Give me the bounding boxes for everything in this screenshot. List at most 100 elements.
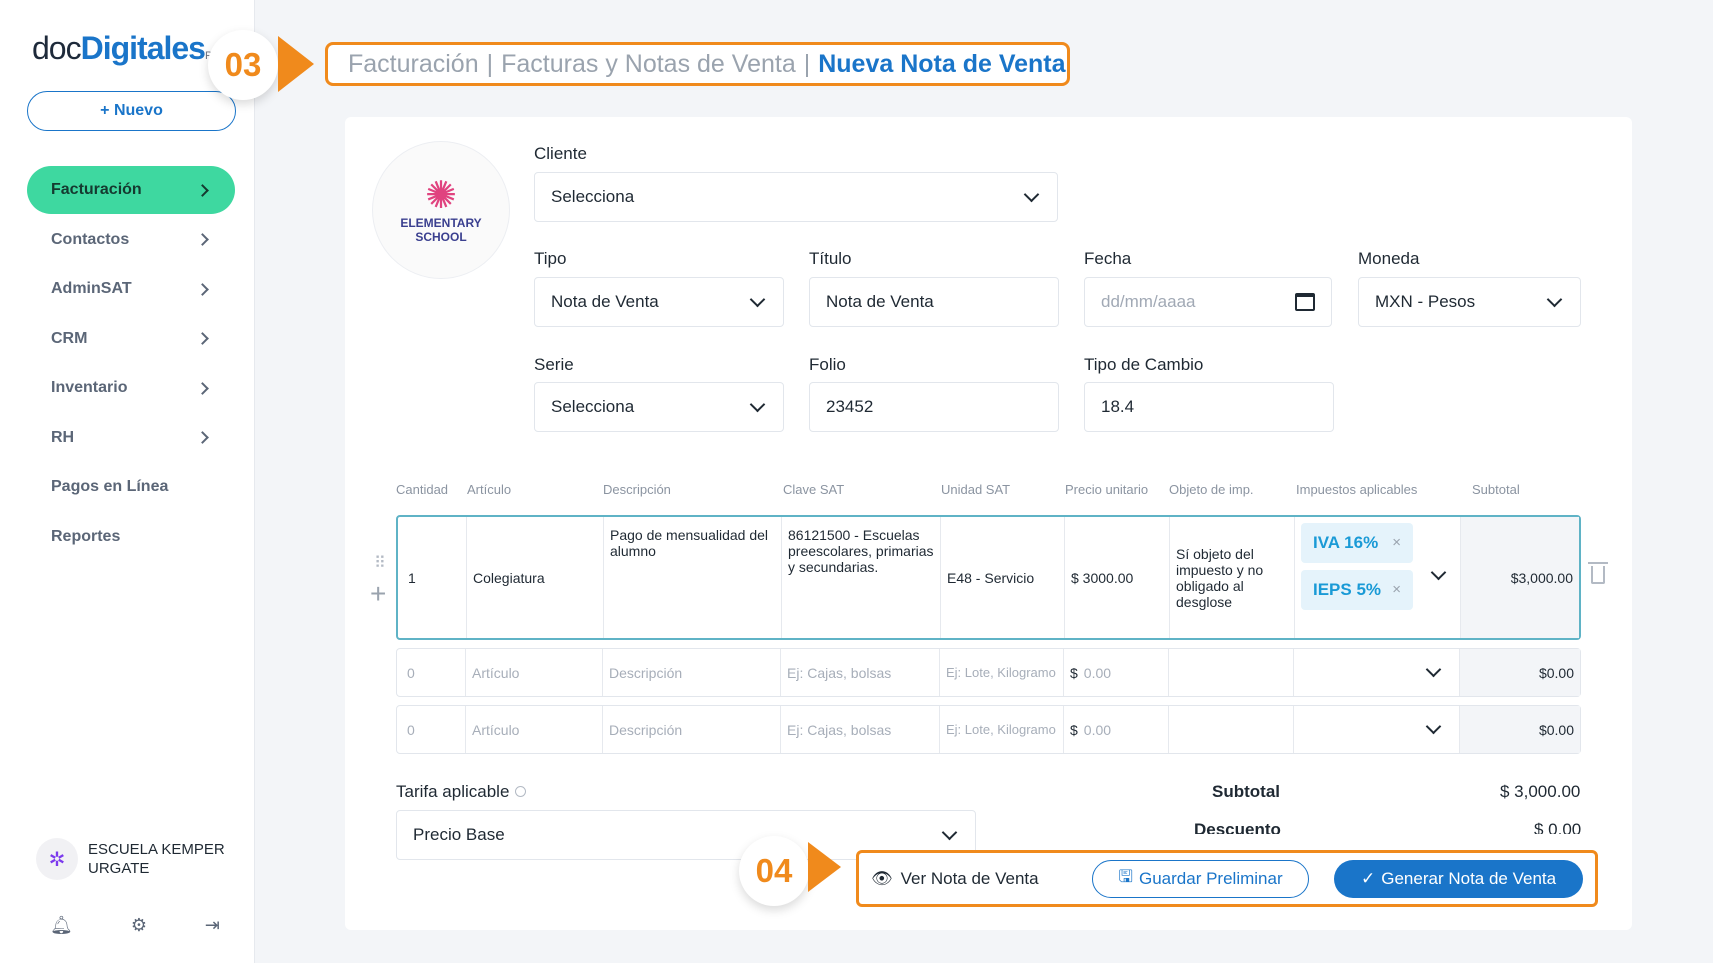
save-draft-label: Guardar Preliminar <box>1139 868 1283 888</box>
callout-number: 04 <box>755 852 793 889</box>
table-row[interactable]: 0 Artículo Descripción Ej: Cajas, bolsas… <box>396 648 1581 697</box>
sidebar-item-label: Reportes <box>51 527 121 545</box>
impuestos-select[interactable]: IVA 16% × IEPS 5% × <box>1295 517 1461 638</box>
precio-placeholder: 0.00 <box>1083 664 1112 681</box>
objeto-imp-select[interactable] <box>1169 649 1294 696</box>
sidebar-item-crm[interactable]: CRM <box>27 315 235 363</box>
user-profile[interactable]: ✲ ESCUELA KEMPER URGATE <box>36 838 238 880</box>
chevron-down-icon[interactable] <box>1430 564 1447 581</box>
table-row[interactable]: 0 Artículo Descripción Ej: Cajas, bolsas… <box>396 705 1581 754</box>
school-logo-text: SCHOOL <box>415 230 467 244</box>
gear-icon[interactable]: ⚙ <box>131 915 147 936</box>
calendar-icon[interactable] <box>1295 293 1315 311</box>
drag-handle-icon[interactable]: ⠿ <box>374 553 386 573</box>
objeto-imp-select[interactable]: Sí objeto del impuesto y no obligado al … <box>1170 517 1295 638</box>
breadcrumb-facturacion[interactable]: Facturación <box>348 50 479 79</box>
clave-sat-input[interactable]: Ej: Cajas, bolsas <box>781 706 940 753</box>
new-button[interactable]: + Nuevo <box>27 91 236 131</box>
clave-sat-input[interactable]: 86121500 - Escuelas preescolares, primar… <box>782 517 941 638</box>
sidebar-item-label: Inventario <box>51 379 128 396</box>
sidebar-item-adminsat[interactable]: AdminSAT <box>27 265 235 313</box>
titulo-input[interactable]: Nota de Venta <box>809 277 1059 327</box>
save-draft-button[interactable]: 🖫 Guardar Preliminar <box>1092 859 1310 898</box>
sidebar-nav: Facturación Contactos AdminSAT CRM Inven… <box>27 166 235 562</box>
descripcion-input[interactable]: Descripción <box>603 706 781 753</box>
chevron-down-icon <box>749 396 766 412</box>
column-header: Artículo <box>467 482 512 497</box>
check-circle-icon: ✓ <box>1361 868 1376 888</box>
close-icon[interactable]: × <box>1392 582 1401 598</box>
sidebar-footer: 🔔︎ ⚙ ⇥ <box>50 915 220 936</box>
cantidad-input[interactable]: 0 <box>397 706 466 753</box>
precio-input[interactable]: $0.00 <box>1064 649 1169 696</box>
articulo-input[interactable]: Colegiatura <box>467 517 604 638</box>
chevron-right-icon <box>196 381 209 395</box>
descuento-label: Descuento <box>1194 820 1281 834</box>
descripcion-input[interactable]: Descripción <box>603 649 781 696</box>
tipo-select[interactable]: Nota de Venta <box>534 277 784 327</box>
close-icon[interactable]: × <box>1392 535 1401 551</box>
precio-input[interactable]: $0.00 <box>1064 706 1169 753</box>
add-row-icon[interactable]: + <box>370 578 386 610</box>
tax-tag-label: IVA 16% <box>1313 533 1379 552</box>
tax-tag-iva: IVA 16% × <box>1301 523 1413 563</box>
folio-input[interactable]: 23452 <box>809 382 1059 432</box>
objeto-imp-select[interactable] <box>1169 706 1294 753</box>
bell-icon[interactable]: 🔔︎ <box>50 915 73 936</box>
chevron-down-icon <box>1023 186 1040 202</box>
fecha-input[interactable]: dd/mm/aaaa <box>1084 277 1332 327</box>
impuestos-select[interactable] <box>1294 649 1460 696</box>
breadcrumb-current: Nueva Nota de Venta <box>818 49 1066 78</box>
serie-select[interactable]: Selecciona <box>534 382 784 432</box>
info-icon[interactable] <box>515 786 527 797</box>
breadcrumb-separator: | <box>486 49 494 78</box>
new-button-label: + Nuevo <box>100 102 163 119</box>
titulo-value: Nota de Venta <box>826 292 934 311</box>
table-row[interactable]: 1 Colegiatura Pago de mensualidad del al… <box>396 515 1581 640</box>
sidebar-item-label: Facturación <box>51 181 142 198</box>
sidebar-item-rh[interactable]: RH <box>27 414 235 462</box>
app-logo[interactable]: docDigitalesPYM <box>32 30 229 67</box>
logout-icon[interactable]: ⇥ <box>205 915 220 936</box>
fecha-label: Fecha <box>1084 249 1132 268</box>
sidebar-item-contactos[interactable]: Contactos <box>27 216 235 264</box>
moneda-value: MXN - Pesos <box>1375 292 1476 311</box>
chevron-right-icon <box>196 233 209 246</box>
sidebar-item-facturacion[interactable]: Facturación <box>27 166 235 214</box>
impuestos-select[interactable] <box>1294 706 1460 753</box>
breadcrumb-separator: | <box>803 49 811 78</box>
eye-icon: 👁︎ <box>871 868 893 888</box>
titulo-label: Título <box>809 249 852 268</box>
tipo-cambio-input[interactable]: 18.4 <box>1084 382 1334 432</box>
unidad-sat-input[interactable]: Ej: Lote, Kilogramo <box>940 706 1064 753</box>
tarifa-label: Tarifa aplicable <box>396 782 527 802</box>
cantidad-input[interactable]: 0 <box>397 649 466 696</box>
chevron-down-icon <box>1425 718 1442 735</box>
breadcrumb-facturas[interactable]: Facturas y Notas de Venta <box>501 50 796 79</box>
trash-icon[interactable] <box>1588 562 1608 584</box>
subtotal-cell: $3,000.00 <box>1461 517 1579 638</box>
clave-sat-input[interactable]: Ej: Cajas, bolsas <box>781 649 940 696</box>
moneda-select[interactable]: MXN - Pesos <box>1358 277 1581 327</box>
school-logo[interactable]: ✺ ELEMENTARY SCHOOL <box>372 141 510 279</box>
sidebar-item-label: RH <box>51 428 75 446</box>
articulo-input[interactable]: Artículo <box>466 649 603 696</box>
sidebar-item-reportes[interactable]: Reportes <box>27 513 235 561</box>
cliente-select[interactable]: Selecciona <box>534 172 1058 222</box>
folio-label: Folio <box>809 355 846 374</box>
articulo-input[interactable]: Artículo <box>466 706 603 753</box>
view-note-button[interactable]: 👁︎ Ver Nota de Venta <box>871 869 1092 889</box>
sidebar-item-pagos[interactable]: Pagos en Línea <box>27 463 235 511</box>
unidad-sat-input[interactable]: E48 - Servicio <box>941 517 1065 638</box>
sidebar-item-inventario[interactable]: Inventario <box>27 364 235 412</box>
save-icon: 🖫 <box>1118 867 1133 886</box>
cantidad-input[interactable]: 1 <box>398 517 467 638</box>
column-header: Precio unitario <box>1065 482 1149 497</box>
unidad-sat-input[interactable]: Ej: Lote, Kilogramo <box>940 649 1064 696</box>
descripcion-input[interactable]: Pago de mensualidad del alumno <box>604 517 782 638</box>
chevron-right-icon <box>196 183 209 197</box>
generate-note-button[interactable]: ✓ Generar Nota de Venta <box>1334 859 1583 898</box>
sidebar-item-label: Contactos <box>51 230 130 248</box>
precio-input[interactable]: $ 3000.00 <box>1065 517 1170 638</box>
subtotal-label: Subtotal <box>1212 782 1280 801</box>
